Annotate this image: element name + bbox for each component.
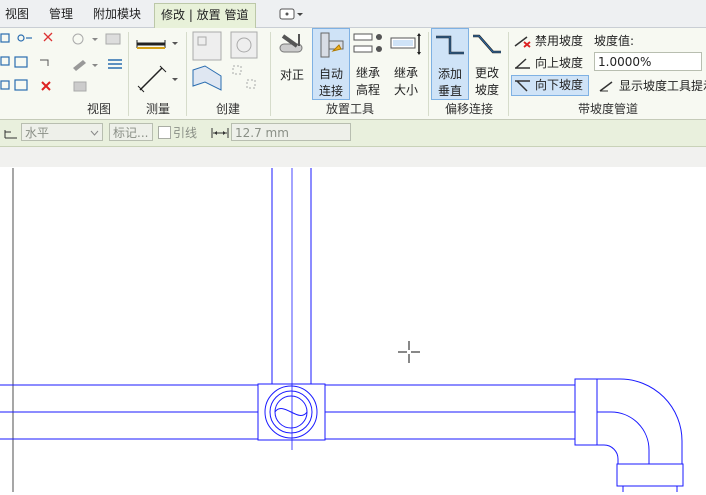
add-vertical-button[interactable]: 添加 垂直: [431, 28, 469, 100]
align-icon: [279, 34, 303, 53]
auto-connect-button[interactable]: 自动 连接: [312, 28, 350, 100]
change-slope-icon: [473, 34, 501, 54]
visibility-tools: [70, 30, 128, 98]
group-label-placement-tools: 放置工具: [325, 102, 374, 116]
add-vertical-icon: [436, 35, 464, 55]
elbow-fitting[interactable]: [574, 378, 684, 492]
ribbon-panel: 对正 自动 连接 继承 高程 继承 大小 添加 垂直 更改 坡度 禁用坡度 向上…: [0, 28, 706, 120]
quick-access-dropdown-icon[interactable]: [279, 7, 305, 21]
length-field[interactable]: 12.7 mm: [231, 123, 351, 141]
ribbon-tab-bar: 视图 管理 附加模块 修改 | 放置 管道: [0, 0, 706, 28]
slope-down-icon: [515, 80, 530, 92]
slope-up-icon: [515, 58, 530, 69]
slope-value-field[interactable]: 1.0000%: [594, 52, 702, 71]
inherit-elevation-icon: [353, 33, 382, 53]
tag-field[interactable]: 标记...: [109, 123, 153, 141]
group-label-view: 视图: [86, 102, 111, 116]
show-slope-tooltip-button[interactable]: 显示坡度工具提示: [597, 76, 706, 96]
length-icon: [211, 128, 229, 138]
view-header-strip: [0, 147, 706, 167]
leader-checkbox[interactable]: [158, 126, 171, 139]
auto-connect-icon: [320, 32, 344, 58]
slope-tooltip-icon: [599, 81, 613, 92]
disable-slope-icon: [514, 36, 531, 48]
measure-tools: [132, 30, 184, 98]
options-bar: 水平 标记... 引线 12.7 mm: [0, 120, 706, 147]
group-label-offset-connections: 偏移连接: [444, 102, 493, 116]
inherit-size-button[interactable]: 继承 大小: [388, 30, 424, 98]
vertical-pipe[interactable]: [271, 168, 312, 450]
change-slope-button[interactable]: 更改 坡度: [469, 30, 505, 98]
slope-down-button[interactable]: 向下坡度: [511, 75, 589, 96]
orientation-select[interactable]: 水平: [21, 123, 103, 141]
drawing-canvas[interactable]: [0, 168, 706, 492]
create-tools: [189, 30, 267, 98]
horizontal-pipe[interactable]: [0, 384, 575, 440]
group-label-sloped-piping: 带坡度管道: [577, 102, 638, 116]
tab-addins[interactable]: 附加模块: [93, 3, 141, 25]
group-label-measure: 测量: [145, 102, 170, 116]
chevron-down-icon: [90, 130, 99, 136]
slope-value-label: 坡度值:: [594, 34, 635, 48]
disable-slope-button[interactable]: 禁用坡度: [512, 31, 588, 51]
tab-manage[interactable]: 管理: [49, 3, 73, 25]
slope-up-button[interactable]: 向上坡度: [512, 53, 588, 73]
inherit-elevation-button[interactable]: 继承 高程: [351, 30, 385, 98]
crosshair-cursor-icon: [398, 341, 420, 363]
tab-view[interactable]: 视图: [5, 3, 29, 25]
tab-modify-place-pipe[interactable]: 修改 | 放置 管道: [154, 3, 256, 28]
orientation-icon: [4, 130, 17, 139]
align-button[interactable]: 对正: [275, 30, 309, 88]
leader-label: 引线: [173, 126, 198, 140]
view-tools: [0, 30, 65, 98]
group-label-create: 创建: [215, 102, 240, 116]
inherit-size-icon: [390, 33, 421, 55]
tee-fitting[interactable]: [257, 383, 326, 441]
